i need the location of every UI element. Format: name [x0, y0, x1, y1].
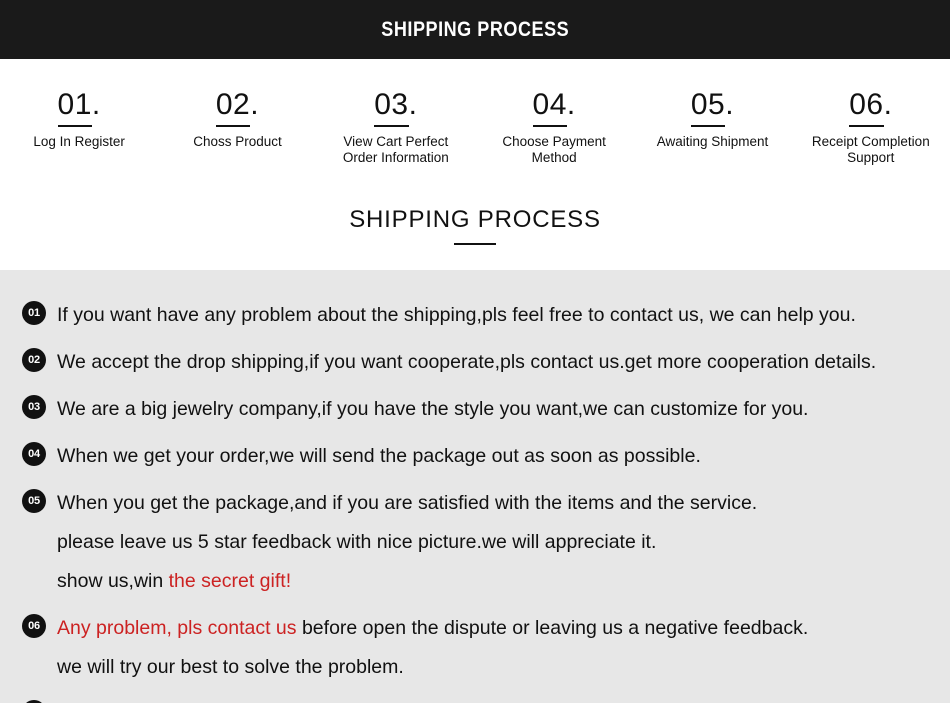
list-item: 05 When you get the package,and if you ar…	[0, 484, 950, 601]
item-text-line: You can contact us by leaving message on…	[57, 695, 950, 703]
item-text-line: When we get your order,we will send the …	[57, 437, 950, 476]
step-number-dot: .	[566, 88, 576, 121]
step-number-digits: 03	[374, 88, 409, 127]
step-number-dot: .	[250, 88, 260, 121]
item-text-line: We are a big jewelry company,if you have…	[57, 390, 950, 429]
shipping-process-page: SHIPPING PROCESS 01. Log In Register 02. Ch…	[0, 0, 950, 703]
step-number-digits: 01	[57, 88, 93, 127]
step-06: 06. Receipt Completion Support	[792, 59, 950, 166]
step-number: 06.	[849, 90, 892, 128]
item-text-line: please leave us 5 star feedback with nic…	[57, 523, 950, 562]
step-04: 04. Choose Payment Method	[475, 59, 633, 166]
step-number-dot: .	[408, 88, 418, 121]
step-05: 05. Awaiting Shipment	[633, 59, 791, 150]
list-item: 03 We are a big jewelry company,if you ha…	[0, 390, 950, 429]
item-text-block: We accept the drop shipping,if you want …	[57, 343, 950, 382]
step-label: Log In Register	[33, 134, 125, 149]
list-item: 02 We accept the drop shipping,if you wan…	[0, 343, 950, 382]
item-number-badge: 06	[22, 614, 46, 638]
item-number-badge: 04	[22, 442, 46, 466]
step-label: Awaiting Shipment	[656, 134, 769, 149]
item-text-line: When you get the package,and if you are …	[57, 484, 950, 523]
item-text-block: Any problem, pls contact us before open …	[57, 609, 950, 687]
plain-text: we will try our best to solve the proble…	[57, 656, 404, 678]
section-title: SHIPPING PROCESS	[349, 206, 601, 233]
step-number-dot: .	[91, 88, 101, 121]
item-text-block: If you want have any problem about the s…	[57, 296, 950, 335]
step-01: 01. Log In Register	[0, 59, 158, 150]
item-text-line: We accept the drop shipping,if you want …	[57, 343, 950, 382]
step-number-digits: 06	[849, 88, 884, 127]
step-02: 02. Choss Product	[158, 59, 316, 150]
plain-text: please leave us 5 star feedback with nic…	[57, 531, 657, 553]
item-text-line: Any problem, pls contact us before open …	[57, 609, 950, 648]
step-number-digits: 05	[690, 88, 726, 127]
plain-text: When you get the package,and if you are …	[57, 492, 758, 514]
step-number: 03.	[374, 90, 417, 128]
step-number-dot: .	[883, 88, 893, 121]
step-number-digits: 02	[215, 88, 251, 127]
list-item: 06 Any problem, pls contact us before ope…	[0, 609, 950, 687]
step-number-digits: 04	[532, 88, 568, 127]
step-03: 03. View Cart Perfect Order Information	[317, 59, 475, 166]
item-number-badge: 02	[22, 348, 46, 372]
plain-text: We accept the drop shipping,if you want …	[57, 351, 877, 373]
highlighted-text: Any problem, pls contact us	[57, 617, 297, 639]
plain-text: If you want have any problem about the s…	[57, 304, 856, 326]
item-text-line: we will try our best to solve the proble…	[57, 648, 950, 687]
step-number: 05.	[690, 88, 735, 128]
item-text-block: When you get the package,and if you are …	[57, 484, 950, 601]
step-label: Choose Payment Method	[502, 134, 606, 165]
list-item: 04 When we get your order,we will send th…	[0, 437, 950, 476]
item-text-line: show us,win the secret gift!	[57, 562, 950, 601]
plain-text: When we get your order,we will send the …	[57, 445, 701, 467]
title-underline-divider	[454, 243, 496, 245]
subtitle-block: SHIPPING PROCESS	[0, 206, 950, 245]
steps-row: 01. Log In Register 02. Choss Product 03. Vie…	[0, 59, 950, 194]
step-number: 04.	[532, 88, 576, 128]
page-title: SHIPPING PROCESS	[381, 17, 569, 41]
header-bar: SHIPPING PROCESS	[0, 0, 950, 59]
step-label: Receipt Completion Support	[811, 134, 930, 165]
item-text-line: If you want have any problem about the s…	[57, 296, 950, 335]
item-text-block: When we get your order,we will send the …	[57, 437, 950, 476]
plain-text: We are a big jewelry company,if you have…	[57, 398, 809, 420]
step-number: 02.	[215, 88, 260, 128]
item-number-badge: 03	[22, 395, 46, 419]
item-number-badge: 05	[22, 489, 46, 513]
list-item: 07You can contact us by leaving message …	[0, 695, 950, 703]
step-label: View Cart Perfect Order Information	[342, 134, 449, 165]
item-text-block: You can contact us by leaving message on…	[57, 695, 950, 703]
step-label: Choss Product	[193, 134, 282, 149]
item-text-block: We are a big jewelry company,if you have…	[57, 390, 950, 429]
plain-text: before open the dispute or leaving us a …	[296, 617, 809, 639]
plain-text: show us,win	[57, 570, 169, 592]
step-number-dot: .	[725, 88, 735, 121]
policy-panel: 01 If you want have any problem about the…	[0, 270, 950, 703]
step-number: 01.	[57, 88, 101, 128]
highlighted-text: the secret gift!	[168, 570, 292, 592]
item-number-badge: 01	[22, 301, 46, 325]
list-item: 01 If you want have any problem about the…	[0, 296, 950, 335]
